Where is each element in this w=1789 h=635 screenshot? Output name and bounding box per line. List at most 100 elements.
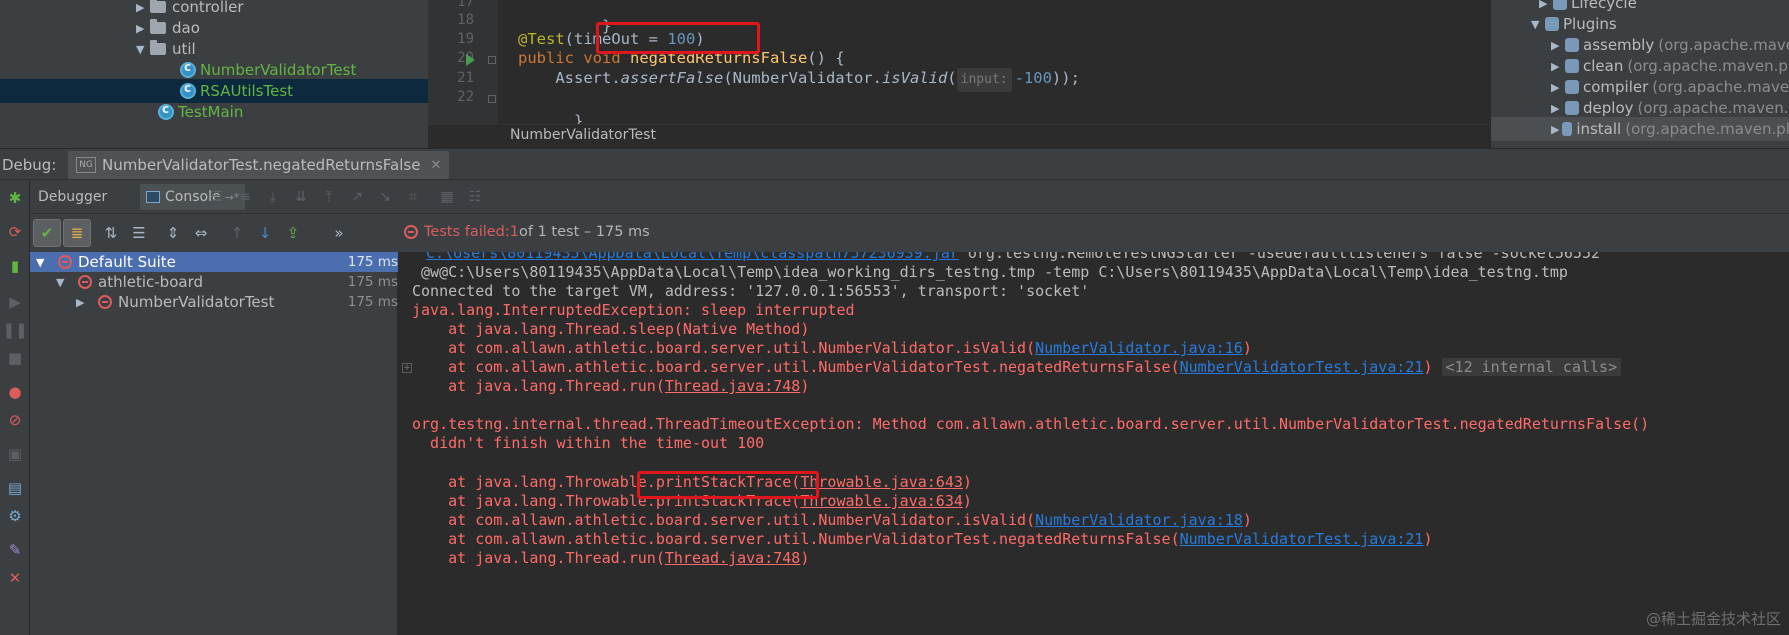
plugin-icon bbox=[1561, 122, 1573, 136]
close-icon[interactable]: ✕ bbox=[430, 158, 441, 173]
force-step-into-icon[interactable]: ⇊ bbox=[292, 189, 310, 205]
stop-icon[interactable]: ■ bbox=[5, 348, 25, 368]
fold-marker-icon[interactable] bbox=[488, 56, 496, 64]
method-name-token: negatedReturnsFalse bbox=[629, 49, 808, 67]
more-actions-icon[interactable]: » bbox=[330, 224, 348, 242]
source-link[interactable]: NumberValidatorTest.java:21 bbox=[1180, 358, 1424, 376]
step-over-icon[interactable]: ☰ bbox=[208, 189, 226, 205]
export-results-icon[interactable]: ⇪ bbox=[284, 224, 302, 242]
collapsed-arrow-icon[interactable]: ▶ bbox=[1551, 123, 1562, 136]
maven-item-label: assembly bbox=[1583, 36, 1655, 54]
pin-icon[interactable]: ✎ bbox=[5, 540, 25, 560]
code-line-22[interactable]: } bbox=[518, 85, 583, 130]
resume-program-icon[interactable]: ▶ bbox=[5, 292, 25, 312]
collapsed-arrow-icon[interactable]: ▶ bbox=[136, 1, 150, 14]
show-ignored-toggle[interactable]: ≣ bbox=[63, 219, 91, 247]
collapsed-arrow-icon[interactable]: ▶ bbox=[1539, 0, 1553, 10]
test-node-numbervalidatortest[interactable]: ▶ NumberValidatorTest 175 ms bbox=[30, 292, 398, 312]
tab-debugger[interactable]: Debugger bbox=[34, 184, 111, 210]
tree-item-label: RSAUtilsTest bbox=[200, 82, 294, 100]
collapsed-arrow-icon[interactable]: ▶ bbox=[76, 296, 90, 309]
settings-gear-icon[interactable]: ⚙ bbox=[5, 506, 25, 526]
source-link[interactable]: Thread.java:748 bbox=[665, 549, 800, 567]
run-test-icon[interactable] bbox=[466, 54, 475, 66]
tree-item-label: controller bbox=[172, 0, 244, 16]
code-token: )); bbox=[1051, 69, 1080, 87]
tab-label: Debugger bbox=[38, 189, 108, 205]
console-output[interactable]: C:\Users\80119435\AppData\Local\Temp\cla… bbox=[398, 252, 1789, 635]
source-link[interactable]: Thread.java:748 bbox=[665, 377, 800, 395]
console-text: ) bbox=[1423, 358, 1433, 376]
collapsed-arrow-icon[interactable]: ▶ bbox=[1551, 39, 1565, 52]
collapse-all-icon[interactable]: ⇔ bbox=[192, 224, 210, 242]
tree-item-testmain[interactable]: TestMain bbox=[158, 100, 243, 124]
expand-internal-calls-icon[interactable]: + bbox=[402, 363, 412, 373]
step-out-icon[interactable]: ⤒ bbox=[320, 189, 338, 205]
console-text: at com.allawn.athletic.board.server.util… bbox=[412, 530, 1180, 548]
breadcrumb-item[interactable]: NumberValidatorTest bbox=[510, 127, 656, 143]
maven-item-label: install bbox=[1576, 120, 1622, 138]
rerun-icon[interactable]: ⟳ bbox=[5, 222, 25, 242]
close-debug-icon[interactable]: ✕ bbox=[5, 568, 25, 588]
expanded-arrow-icon[interactable]: ▼ bbox=[1531, 18, 1545, 31]
resume-icon[interactable]: ▮ bbox=[5, 256, 25, 276]
classpath-link[interactable]: C:\Users\80119435\AppData\Local\Temp\cla… bbox=[426, 252, 959, 262]
previous-failed-icon[interactable]: ↑ bbox=[228, 224, 246, 242]
source-link[interactable]: Throwable.java:634 bbox=[800, 492, 963, 510]
maven-item-label: Lifecycle bbox=[1571, 0, 1637, 12]
trace-icon[interactable]: ☷ bbox=[466, 189, 484, 205]
expand-all-icon[interactable]: ⇕ bbox=[164, 224, 182, 242]
evaluate-icon[interactable]: ⌗ bbox=[404, 189, 422, 205]
test-results-tree: ▼ Default Suite 175 ms ▼ athletic-board … bbox=[30, 252, 398, 635]
test-duration: 175 ms bbox=[347, 254, 398, 270]
sort-alphabetically-icon[interactable]: ⇅ bbox=[102, 224, 120, 242]
expanded-arrow-icon[interactable]: ▼ bbox=[136, 43, 150, 56]
source-link[interactable]: Throwable.java:643 bbox=[800, 473, 963, 491]
test-node-default-suite[interactable]: ▼ Default Suite 175 ms bbox=[30, 252, 398, 272]
sort-by-duration-icon[interactable]: ☰ bbox=[130, 224, 148, 242]
collapsed-arrow-icon[interactable]: ▶ bbox=[1551, 60, 1565, 73]
expanded-arrow-icon[interactable]: ▼ bbox=[36, 256, 50, 269]
code-line-17[interactable]: } bbox=[518, 0, 611, 35]
code-editor[interactable]: 17 18 19 20 21 22 } @Test(timeOut = 100)… bbox=[428, 0, 1490, 148]
show-passed-toggle[interactable]: ✔ bbox=[33, 219, 61, 247]
drop-frame-icon[interactable]: ↗ bbox=[348, 189, 366, 205]
next-failed-icon[interactable]: ↓ bbox=[256, 224, 274, 242]
code-token: () { bbox=[807, 49, 845, 67]
console-text: ) bbox=[1242, 511, 1252, 529]
source-link[interactable]: NumberValidatorTest.java:21 bbox=[1180, 530, 1424, 548]
tree-item-label: util bbox=[172, 40, 196, 58]
pause-icon[interactable]: ❚❚ bbox=[2, 320, 27, 340]
breadcrumb: NumberValidatorTest bbox=[428, 124, 1490, 148]
console-text: ) bbox=[962, 473, 972, 491]
stack-frame: at java.lang.Throwable.printStackTrace(T… bbox=[412, 473, 972, 492]
collapsed-arrow-icon[interactable]: ▶ bbox=[1551, 102, 1565, 115]
maven-item-install[interactable]: ▶ install (org.apache.maven.pl bbox=[1491, 117, 1789, 141]
run-to-cursor-icon[interactable]: ↘ bbox=[376, 189, 394, 205]
stack-frame: at com.allawn.athletic.board.server.util… bbox=[412, 530, 1433, 549]
collapsed-arrow-icon[interactable]: ▶ bbox=[1551, 81, 1565, 94]
internal-calls-fold[interactable]: <12 internal calls> bbox=[1441, 358, 1622, 376]
show-execution-point-icon[interactable]: ≡ bbox=[236, 189, 254, 205]
mute-breakpoints-icon[interactable]: ⊘ bbox=[5, 410, 25, 430]
view-breakpoints-icon[interactable]: ● bbox=[5, 382, 25, 402]
fold-marker-icon[interactable] bbox=[488, 95, 496, 103]
plugin-icon bbox=[1565, 59, 1579, 73]
source-link[interactable]: NumberValidator.java:16 bbox=[1035, 339, 1243, 357]
layout-icon[interactable]: ▤ bbox=[5, 478, 25, 498]
debug-session-tab[interactable]: NG NumberValidatorTest.negatedReturnsFal… bbox=[68, 151, 450, 179]
debug-bug-icon[interactable]: ✱ bbox=[5, 188, 25, 208]
restore-layout-icon[interactable]: ▦ bbox=[438, 189, 456, 205]
console-text: ) bbox=[800, 377, 810, 395]
camera-icon[interactable]: ▣ bbox=[5, 444, 25, 464]
step-into-icon[interactable]: ⤓ bbox=[264, 189, 282, 205]
project-tree-panel: ▶ controller ▶ dao ▼ util NumberValidato… bbox=[0, 0, 428, 148]
test-node-athletic-board[interactable]: ▼ athletic-board 175 ms bbox=[30, 272, 398, 292]
source-link[interactable]: NumberValidator.java:18 bbox=[1035, 511, 1243, 529]
expanded-arrow-icon[interactable]: ▼ bbox=[56, 276, 70, 289]
code-line-21[interactable]: Assert.assertFalse(NumberValidator.isVal… bbox=[518, 66, 1080, 92]
test-duration: 175 ms bbox=[347, 294, 398, 310]
console-text: ) bbox=[1423, 530, 1433, 548]
tab-console[interactable]: Console →* bbox=[140, 184, 246, 210]
collapsed-arrow-icon[interactable]: ▶ bbox=[136, 22, 150, 35]
